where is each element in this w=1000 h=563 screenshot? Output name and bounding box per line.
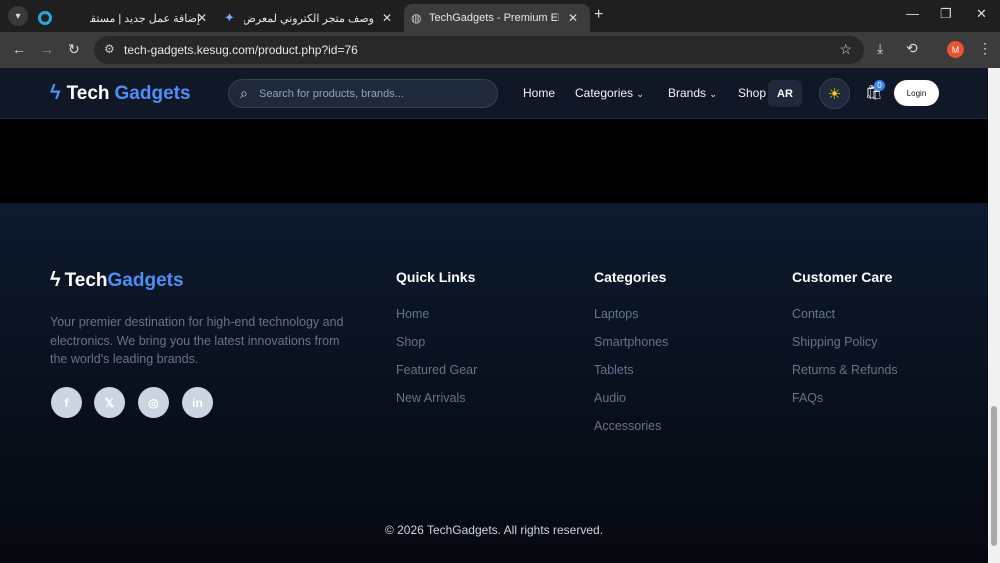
bolt-icon: ϟ (50, 82, 61, 104)
login-button[interactable]: Login (894, 80, 939, 106)
language-toggle-button[interactable]: AR (768, 80, 802, 107)
profile-avatar[interactable]: M (947, 41, 964, 58)
footer-link-featured-gear[interactable]: Featured Gear (396, 363, 477, 377)
close-window-icon[interactable]: ✕ (976, 6, 987, 22)
linkedin-icon[interactable]: in (182, 387, 213, 418)
search-box: ⌕ (228, 79, 498, 108)
download-icon[interactable]: ⤓ (877, 40, 883, 57)
footer-logo[interactable]: ϟ Tech Gadgets (50, 269, 184, 292)
browser-tab-strip: ▾ إضافة عمل جديد | مستقل ✕ ✦ وصف متجر ال… (0, 0, 1000, 32)
footer-link-shop[interactable]: Shop (396, 335, 425, 349)
footer-link-home[interactable]: Home (396, 307, 429, 321)
footer-link-faqs[interactable]: FAQs (792, 391, 823, 405)
nav-categories-link[interactable]: Categories ⌄ (575, 86, 644, 100)
customer-care-heading: Customer Care (792, 269, 893, 285)
search-input[interactable] (259, 85, 489, 103)
browser-menu-icon[interactable]: ⋮ (978, 40, 992, 57)
bolt-icon: ϟ (50, 269, 61, 291)
tab-search-button[interactable]: ▾ (8, 6, 28, 26)
address-bar-row: ← → ↻ ⚙ tech-gadgets.kesug.com/product.p… (0, 32, 1000, 68)
footer-link-accessories[interactable]: Accessories (594, 419, 661, 433)
forward-arrow-icon[interactable]: → (40, 41, 54, 57)
page-scrollbar[interactable] (988, 68, 1000, 563)
tab-techgadgets[interactable]: ◍ TechGadgets - Premium Electro ✕ (404, 4, 590, 32)
restore-icon[interactable]: ❐ (940, 6, 952, 22)
close-icon[interactable]: ✕ (197, 11, 207, 25)
cart-count-badge: 0 (874, 80, 885, 91)
gemini-icon: ✦ (224, 10, 235, 25)
footer-description: Your premier destination for high-end te… (50, 315, 344, 366)
search-icon[interactable]: ⌕ (240, 85, 248, 102)
footer-link-audio[interactable]: Audio (594, 391, 626, 405)
history-icon[interactable]: ⟲ (906, 40, 918, 57)
categories-heading: Categories (594, 269, 667, 285)
footer-link-laptops[interactable]: Laptops (594, 307, 638, 321)
nav-home-link[interactable]: Home (523, 86, 555, 100)
bookmark-star-icon[interactable]: ☆ (839, 41, 852, 58)
close-icon[interactable]: ✕ (382, 11, 392, 25)
url-text[interactable]: tech-gadgets.kesug.com/product.php?id=76 (124, 43, 358, 57)
reload-icon[interactable]: ↻ (68, 41, 80, 58)
twitter-icon[interactable]: 𝕏 (94, 387, 125, 418)
footer-link-smartphones[interactable]: Smartphones (594, 335, 668, 349)
copyright-text: © 2026 TechGadgets. All rights reserved. (384, 523, 604, 537)
tab-mostaql[interactable]: إضافة عمل جديد | مستقل ✕ (34, 4, 214, 32)
site-logo[interactable]: ϟ Tech Gadgets (50, 82, 191, 105)
tab-gemini[interactable]: ✦ وصف متجر الكتروني لمعرض الأ... ✕ (218, 4, 401, 32)
quick-links-heading: Quick Links (396, 269, 476, 285)
back-arrow-icon[interactable]: ← (12, 41, 26, 57)
footer-link-new-arrivals[interactable]: New Arrivals (396, 391, 465, 405)
mostaql-icon (38, 11, 52, 25)
close-icon[interactable]: ✕ (568, 11, 578, 25)
footer-link-tablets[interactable]: Tablets (594, 363, 634, 377)
new-tab-button[interactable]: + (594, 6, 603, 24)
sun-icon: ☀ (827, 85, 842, 103)
chevron-down-icon: ⌄ (709, 89, 717, 99)
footer-link-contact[interactable]: Contact (792, 307, 835, 321)
page-viewport: ϟ Tech Gadgets ⌕ Home Categories ⌄ Brand… (0, 68, 988, 563)
site-navbar: ϟ Tech Gadgets ⌕ Home Categories ⌄ Brand… (0, 68, 988, 119)
facebook-icon[interactable]: f (51, 387, 82, 418)
scrollbar-thumb[interactable] (991, 406, 997, 546)
instagram-icon[interactable]: ◎ (138, 387, 169, 418)
site-settings-icon[interactable]: ⚙ (104, 42, 115, 56)
footer-link-returns-refunds[interactable]: Returns & Refunds (792, 363, 898, 377)
omnibox[interactable]: ⚙ tech-gadgets.kesug.com/product.php?id=… (94, 36, 864, 64)
footer-link-shipping-policy[interactable]: Shipping Policy (792, 335, 877, 349)
nav-shop-link[interactable]: Shop (738, 86, 766, 100)
site-footer: ϟ Tech Gadgets Your premier destination … (0, 203, 988, 563)
minimize-icon[interactable]: — (906, 6, 919, 21)
chevron-down-icon: ⌄ (636, 89, 644, 99)
theme-toggle-button[interactable]: ☀ (819, 78, 850, 109)
nav-brands-link[interactable]: Brands ⌄ (668, 86, 717, 100)
globe-icon: ◍ (411, 11, 422, 25)
